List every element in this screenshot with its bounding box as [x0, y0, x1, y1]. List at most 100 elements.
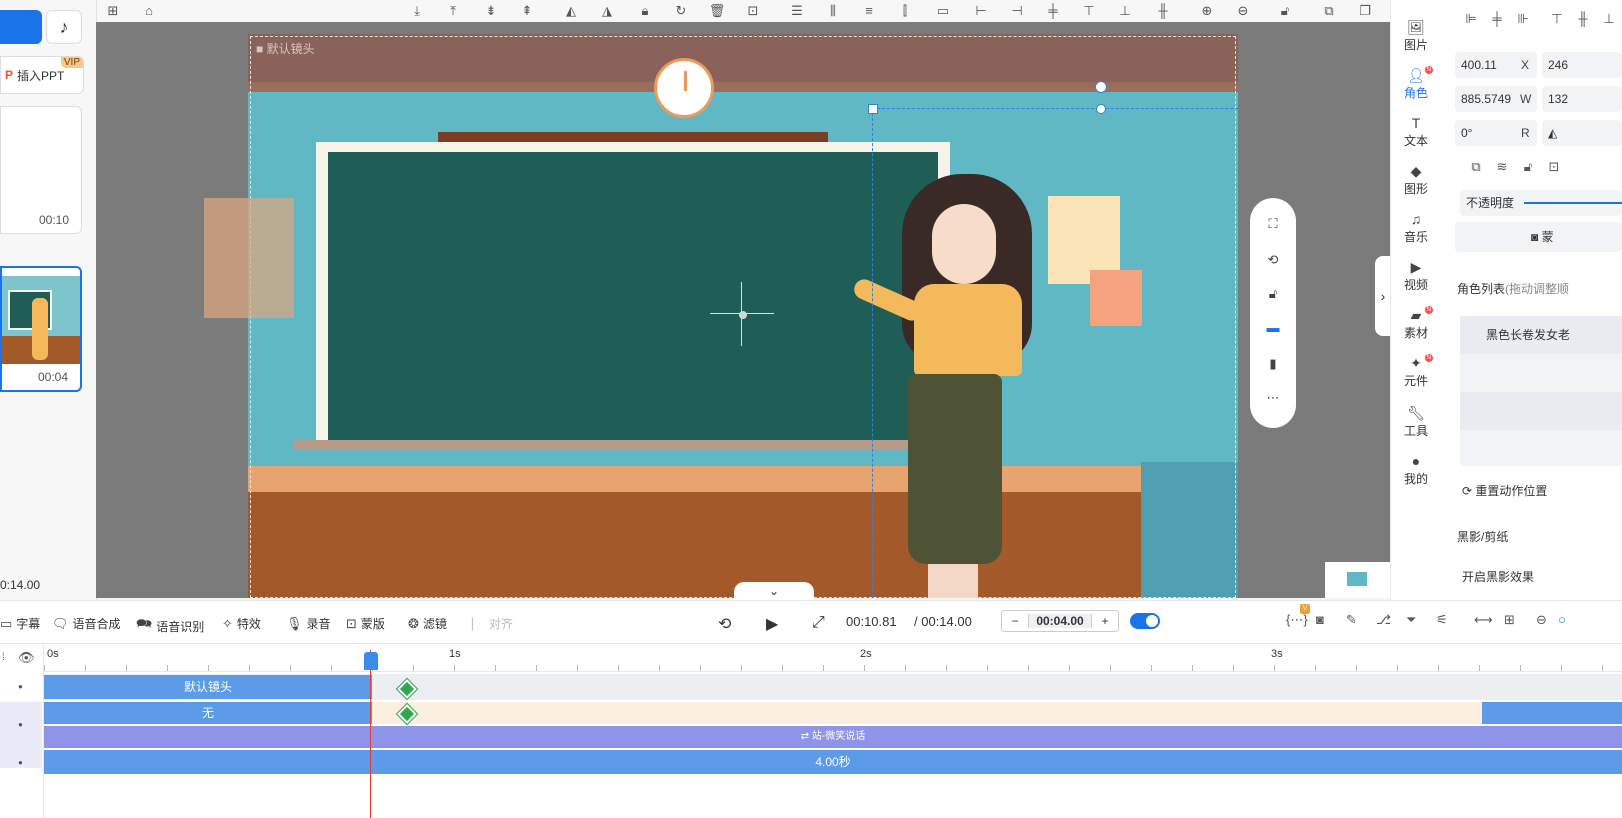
flip-button[interactable]: ◭: [1542, 120, 1622, 146]
role-list-item[interactable]: [1460, 392, 1622, 430]
sidebar-item-shape[interactable]: ◆ 图形: [1391, 162, 1441, 206]
asr-button[interactable]: 🗪︎ 语音识别: [136, 615, 204, 637]
duration-stepper[interactable]: − 00:04.00 +: [1001, 610, 1119, 632]
minimap[interactable]: [1325, 562, 1391, 598]
fit-screen-icon[interactable]: ⊡: [1545, 158, 1563, 176]
center-icon[interactable]: ╪: [1044, 2, 1062, 20]
screenshot-icon[interactable]: ⛶: [1263, 214, 1283, 234]
align-h-center-icon[interactable]: ☰: [788, 2, 806, 20]
resize-handle-nw[interactable]: [868, 104, 878, 114]
camera-icon[interactable]: ◙: [1316, 612, 1324, 627]
align-middle-icon[interactable]: ╫: [1574, 10, 1592, 28]
timeline-ruler[interactable]: 0s 1s 2s 3s: [44, 644, 1622, 672]
align-bottom-icon[interactable]: ⊥: [1116, 2, 1134, 20]
increase-button[interactable]: +: [1091, 614, 1118, 628]
play-icon[interactable]: ▶: [766, 614, 778, 634]
opacity-slider[interactable]: [1524, 202, 1622, 204]
align-right-edge-icon[interactable]: ⊣: [1008, 2, 1026, 20]
zoom-slider-knob[interactable]: ○: [1558, 612, 1566, 627]
stage[interactable]: ■ 默认镜头 ≣ ↺ 🗑︎: [248, 34, 1238, 598]
align-v-center-icon[interactable]: ⫼: [824, 2, 842, 20]
rotate-icon[interactable]: ↻: [672, 2, 690, 20]
more-icon[interactable]: ⋯: [1263, 388, 1283, 408]
rotate-handle[interactable]: [1095, 81, 1107, 93]
decrease-button[interactable]: −: [1002, 614, 1029, 628]
align-bottom-icon[interactable]: ⊥: [1600, 10, 1618, 28]
space-h-icon[interactable]: ▭: [934, 2, 952, 20]
split-icon[interactable]: ⎇: [1376, 612, 1391, 628]
sidebar-item-material[interactable]: ▰ 素材 N: [1391, 306, 1441, 350]
effect-button[interactable]: ✧ 特效: [222, 615, 261, 632]
copy-icon[interactable]: ⧉: [1320, 2, 1338, 20]
edit-icon[interactable]: ✎: [1346, 612, 1357, 628]
zoom-out-timeline-icon[interactable]: ⊖: [1536, 612, 1547, 628]
duration-value[interactable]: 00:04.00: [1029, 614, 1091, 628]
lock-open-icon[interactable]: 🔓︎: [1263, 284, 1283, 304]
transition-clip[interactable]: 无: [44, 702, 372, 724]
lock-icon[interactable]: 🔒︎: [636, 2, 654, 20]
sidebar-item-video[interactable]: ▶ 视频: [1391, 258, 1441, 302]
middle-icon[interactable]: ╫: [1154, 2, 1172, 20]
align-center-icon[interactable]: ╪: [1488, 10, 1506, 28]
scene-card-2[interactable]: 00:04: [0, 266, 82, 392]
align-right-icon[interactable]: ⊪: [1514, 10, 1532, 28]
add-scene-button[interactable]: [0, 10, 42, 44]
silhouette-toggle[interactable]: 开启黑影效果: [1462, 568, 1534, 585]
flip-vertical-icon[interactable]: ◮: [598, 2, 616, 20]
align-left-icon[interactable]: ⊢: [972, 2, 990, 20]
snap-toggle[interactable]: [1130, 613, 1160, 629]
record-button[interactable]: 🎙︎ 录音: [286, 615, 331, 632]
delete-icon[interactable]: 🗑︎: [708, 2, 726, 20]
align-top-icon[interactable]: ⊤: [1080, 2, 1098, 20]
align-top-edge-icon[interactable]: ⤒: [444, 2, 462, 20]
align-top-icon[interactable]: ⊤: [1548, 10, 1566, 28]
sidebar-item-component[interactable]: ✦ 元件 N: [1391, 354, 1441, 398]
sidebar-item-music[interactable]: ♫ 音乐: [1391, 210, 1441, 254]
ruler-icon[interactable]: ⊞: [104, 2, 122, 20]
distribute-icon[interactable]: ≡: [860, 2, 878, 20]
align-bottom-edge-icon[interactable]: ⤓: [408, 2, 426, 20]
insert-ppt-button[interactable]: P 插入PPT VIP: [0, 56, 84, 94]
collapse-panel-button[interactable]: ›: [1375, 256, 1391, 336]
y-field[interactable]: 246: [1542, 52, 1622, 78]
action-clip[interactable]: ⇄ 站-微笑说话: [44, 726, 1622, 748]
paste-icon[interactable]: ❐: [1356, 2, 1374, 20]
filter-button[interactable]: ❂ 滤镜: [408, 615, 447, 632]
portrait-icon[interactable]: ▮: [1263, 354, 1283, 374]
zoom-out-icon[interactable]: ⊖: [1234, 2, 1252, 20]
flip-horizontal-icon[interactable]: ◭: [562, 2, 580, 20]
replay-icon[interactable]: ⟲: [718, 614, 731, 634]
align-left-icon[interactable]: ⊫: [1462, 10, 1480, 28]
copy-icon[interactable]: ⧉: [1467, 158, 1485, 176]
expand-timeline-button[interactable]: ⌄: [734, 582, 814, 600]
move-up-icon[interactable]: ⇞: [518, 2, 536, 20]
layers-icon[interactable]: ≋: [1493, 158, 1511, 176]
resize-handle-n[interactable]: [1096, 104, 1106, 114]
scene-card-1[interactable]: 00:10: [0, 106, 82, 234]
duration-clip[interactable]: 4.00秒: [44, 750, 1622, 774]
move-down-icon[interactable]: ⇟: [482, 2, 500, 20]
rotate-device-icon[interactable]: ⟲: [1263, 250, 1283, 270]
mask-tool-button[interactable]: ⊡ 蒙版: [346, 615, 385, 632]
fullscreen-icon[interactable]: ⤢: [812, 614, 825, 632]
eye-icon[interactable]: 👁︎: [18, 650, 35, 666]
reset-action-button[interactable]: ⟳ 重置动作位置: [1462, 482, 1547, 499]
landscape-icon[interactable]: ▬: [1263, 318, 1283, 338]
selection-box[interactable]: [868, 81, 1238, 598]
role-list-item[interactable]: 黑色长卷发女老: [1460, 316, 1622, 354]
home-icon[interactable]: ⌂: [140, 2, 158, 20]
settings-sliders-icon[interactable]: ⚟: [1436, 612, 1448, 628]
fit-width-icon[interactable]: ⟷: [1474, 612, 1493, 628]
align-right-icon[interactable]: ⫿: [896, 2, 914, 20]
lock-icon[interactable]: 🔓︎: [1519, 158, 1537, 176]
subtitle-button[interactable]: ▭ 字幕: [0, 615, 40, 632]
caption-icon[interactable]: {⋯}: [1286, 612, 1308, 628]
sidebar-item-character[interactable]: 👤︎ 角色 N: [1391, 66, 1441, 110]
camera-clip[interactable]: 默认镜头: [44, 675, 372, 699]
fit-icon[interactable]: ⊡: [744, 2, 762, 20]
height-field[interactable]: 132: [1542, 86, 1622, 112]
sidebar-item-mine[interactable]: ● 我的: [1391, 452, 1441, 496]
zoom-in-icon[interactable]: ⊕: [1198, 2, 1216, 20]
transition-clip-end[interactable]: [1482, 702, 1622, 724]
sidebar-item-text[interactable]: T 文本: [1391, 114, 1441, 158]
